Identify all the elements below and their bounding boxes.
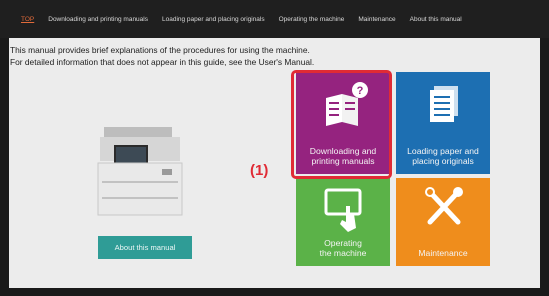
nav-link-maintenance[interactable]: Maintenance bbox=[358, 16, 395, 23]
tile-maintenance[interactable]: Maintenance bbox=[396, 178, 490, 266]
tile-operating-machine[interactable]: Operating the machine bbox=[296, 178, 390, 266]
nav-link-operating-machine[interactable]: Operating the machine bbox=[279, 16, 345, 23]
about-manual-button[interactable]: About this manual bbox=[98, 236, 192, 259]
nav-link-loading-paper[interactable]: Loading paper and placing originals bbox=[162, 16, 265, 23]
highlight-frame bbox=[291, 70, 392, 179]
top-navigation: TOP Downloading and printing manuals Loa… bbox=[0, 0, 549, 38]
intro-line-2: For detailed information that does not a… bbox=[10, 57, 315, 67]
step-callout: (1) bbox=[250, 162, 269, 179]
nav-link-about-manual[interactable]: About this manual bbox=[410, 16, 462, 23]
document-stack-icon bbox=[430, 86, 458, 122]
intro-text: This manual provides brief explanations … bbox=[10, 44, 430, 68]
tile-label: Maintenance bbox=[418, 248, 468, 258]
touch-panel-icon bbox=[324, 188, 362, 232]
nav-link-downloading-manuals[interactable]: Downloading and printing manuals bbox=[48, 16, 148, 23]
printer-image bbox=[97, 127, 183, 216]
tools-icon bbox=[425, 187, 463, 225]
intro-line-1: This manual provides brief explanations … bbox=[10, 45, 310, 55]
tile-label: Operating the machine bbox=[319, 238, 367, 258]
nav-link-top[interactable]: TOP bbox=[21, 16, 34, 23]
tile-label: Loading paper and placing originals bbox=[407, 146, 479, 166]
tile-loading-paper-originals[interactable]: Loading paper and placing originals bbox=[396, 72, 490, 174]
